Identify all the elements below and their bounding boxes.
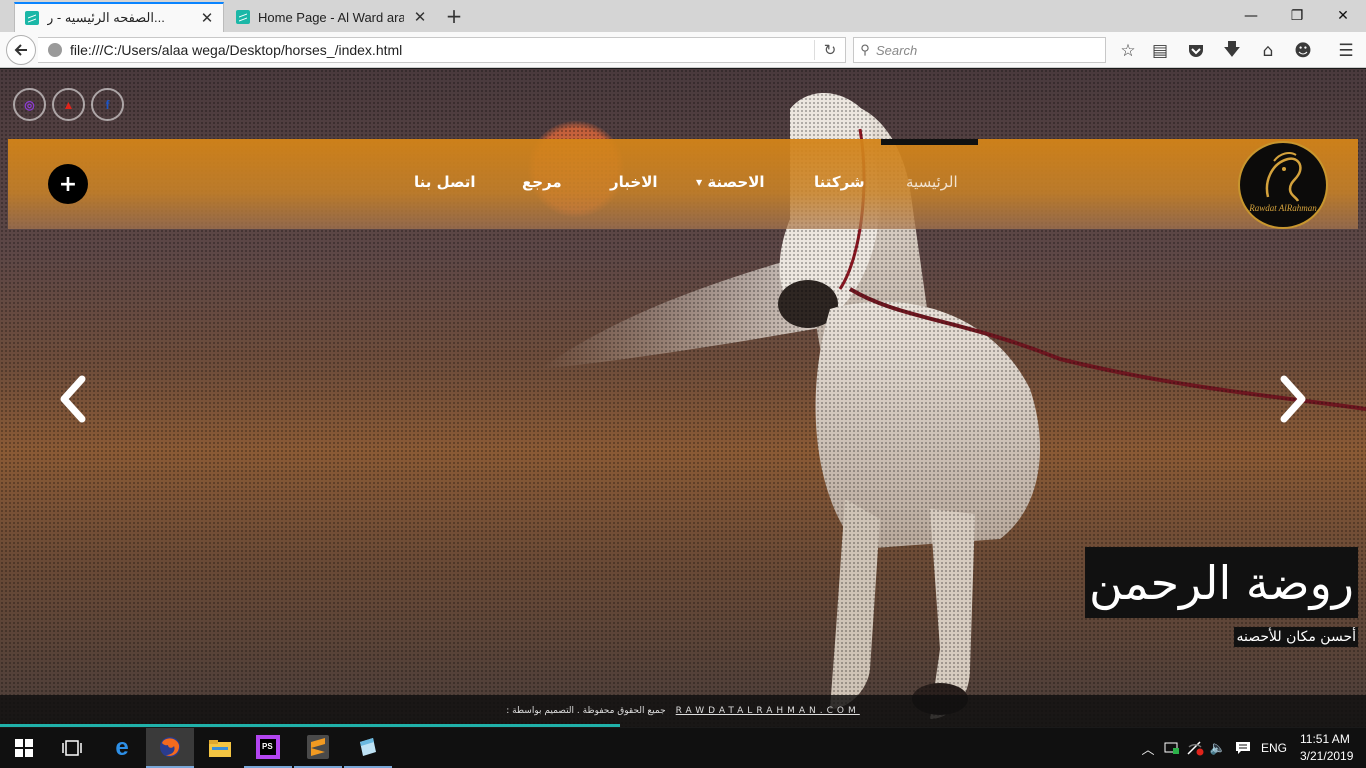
new-tab-button[interactable]: + [442, 4, 466, 28]
footer-rights-text: جميع الحقوق محفوظة . التصميم بواسطة : [506, 706, 666, 716]
horse-head-logo-icon [1265, 152, 1302, 202]
clock-date[interactable]: 3/21/2019 [1300, 749, 1353, 763]
nav-horses-label: الاحصنة [707, 173, 765, 191]
svg-text:PS: PS [262, 742, 273, 751]
hero-title: روضة الرحمن [1085, 547, 1358, 618]
youtube-button[interactable]: ▲ [52, 88, 85, 121]
tab-al-ward[interactable]: Home Page - Al Ward ara... ✕ [226, 2, 436, 32]
nav-reference[interactable]: مرجع [522, 173, 562, 191]
start-icon [15, 739, 33, 757]
notifications-icon[interactable] [1233, 738, 1253, 758]
dropdown-caret-icon: ▼ [696, 178, 703, 187]
url-text[interactable]: file:///C:/Users/alaa wega/Desktop/horse… [70, 42, 814, 58]
search-placeholder: Search [876, 42, 918, 58]
chevron-left-icon [60, 375, 86, 423]
network-tray-icon[interactable] [1162, 738, 1182, 758]
close-window-button[interactable]: ✕ [1320, 0, 1366, 32]
reload-icon[interactable]: ↻ [815, 41, 845, 59]
minimize-button[interactable]: — [1228, 0, 1274, 32]
browser-nav-bar: file:///C:/Users/alaa wega/Desktop/horse… [0, 32, 1366, 68]
notepad-icon [360, 738, 376, 756]
footer-credit-link[interactable]: RAWDATALRAHMAN.COM [676, 706, 860, 716]
input-language[interactable]: ENG [1261, 741, 1287, 755]
close-tab-icon[interactable]: ✕ [199, 9, 215, 27]
browser-tab-strip: الصفحه الرئيسيه - ر... ✕ Home Page - Al … [0, 0, 1366, 32]
sublime-text-icon [307, 735, 329, 759]
home-icon[interactable]: ⌂ [1256, 39, 1280, 63]
phpstorm-icon: PS [256, 735, 280, 759]
back-button[interactable] [6, 35, 36, 65]
firefox-icon [160, 737, 180, 757]
site-info-icon[interactable] [48, 43, 62, 57]
tab-title: الصفحه الرئيسيه - ر... [47, 10, 165, 25]
nav-news[interactable]: الاخبار [610, 173, 658, 191]
page-load-progress [0, 724, 620, 727]
edge-icon: e [115, 734, 129, 761]
pocket-icon[interactable] [1184, 39, 1208, 63]
sublime-text-button[interactable] [294, 728, 342, 768]
bookmark-star-icon[interactable]: ☆ [1116, 39, 1140, 63]
logo-text: Rawdat AlRahman [1249, 203, 1317, 213]
nav-contact[interactable]: اتصل بنا [414, 173, 476, 191]
hero-subtitle: أحسن مكان للأحصنه [1234, 627, 1358, 647]
show-hidden-icons[interactable]: ︿ [1138, 738, 1158, 758]
task-view-button[interactable] [48, 728, 96, 768]
tab-home-arabic[interactable]: الصفحه الرئيسيه - ر... ✕ [14, 2, 224, 32]
facebook-icon: f [105, 97, 110, 112]
facebook-button[interactable]: f [91, 88, 124, 121]
back-arrow-icon [14, 44, 27, 56]
webpage: ◎ ▲ f + الرئيسية شركتنا ▼ الاحصنة الاخبا… [0, 69, 1366, 727]
phpstorm-button[interactable]: PS [244, 728, 292, 768]
tab-title: Home Page - Al Ward ara... [258, 9, 404, 25]
nav-home[interactable]: الرئيسية [906, 173, 958, 191]
slider-prev-button[interactable] [52, 369, 92, 429]
close-tab-icon[interactable]: ✕ [412, 8, 428, 26]
account-icon[interactable]: ☻ [1291, 39, 1315, 63]
start-button[interactable] [0, 728, 48, 768]
search-input[interactable]: ⚲ Search [853, 37, 1106, 63]
chevron-right-icon [1280, 375, 1306, 423]
site-logo[interactable]: Rawdat AlRahman [1238, 141, 1328, 229]
youtube-icon: ▲ [62, 97, 75, 112]
nav-company[interactable]: شركتنا [814, 173, 865, 191]
windows-taskbar: e PS ︿ 🔈 ENG 11:51 AM 3/21/2019 [0, 728, 1366, 768]
task-view-icon [62, 740, 82, 756]
file-explorer-icon [209, 740, 231, 757]
wifi-warning-icon[interactable] [1185, 738, 1205, 758]
site-navigation: + الرئيسية شركتنا ▼ الاحصنة الاخبار مرجع… [8, 139, 1358, 229]
instagram-button[interactable]: ◎ [13, 88, 46, 121]
nav-horses[interactable]: ▼ الاحصنة [688, 173, 765, 191]
plus-icon: + [58, 171, 78, 197]
address-bar[interactable]: file:///C:/Users/alaa wega/Desktop/horse… [38, 37, 846, 63]
firefox-button[interactable] [146, 728, 194, 768]
notepad-button[interactable] [344, 728, 392, 768]
reader-view-icon[interactable]: ▤ [1148, 39, 1172, 63]
site-footer: جميع الحقوق محفوظة . التصميم بواسطة : RA… [0, 695, 1366, 727]
edge-button[interactable]: e [98, 728, 146, 768]
volume-icon[interactable]: 🔈 [1208, 738, 1228, 758]
site-favicon-icon [236, 10, 250, 24]
instagram-icon: ◎ [24, 97, 35, 112]
menu-icon[interactable]: ☰ [1334, 39, 1358, 63]
search-icon: ⚲ [860, 42, 870, 57]
downloads-icon[interactable]: 🡇 [1220, 39, 1244, 63]
active-nav-indicator [881, 139, 978, 145]
clock-time[interactable]: 11:51 AM [1300, 732, 1350, 746]
restore-button[interactable]: ❐ [1274, 0, 1320, 32]
slider-next-button[interactable] [1274, 369, 1314, 429]
menu-plus-button[interactable]: + [48, 164, 88, 204]
site-favicon-icon [25, 11, 39, 25]
file-explorer-button[interactable] [196, 728, 244, 768]
